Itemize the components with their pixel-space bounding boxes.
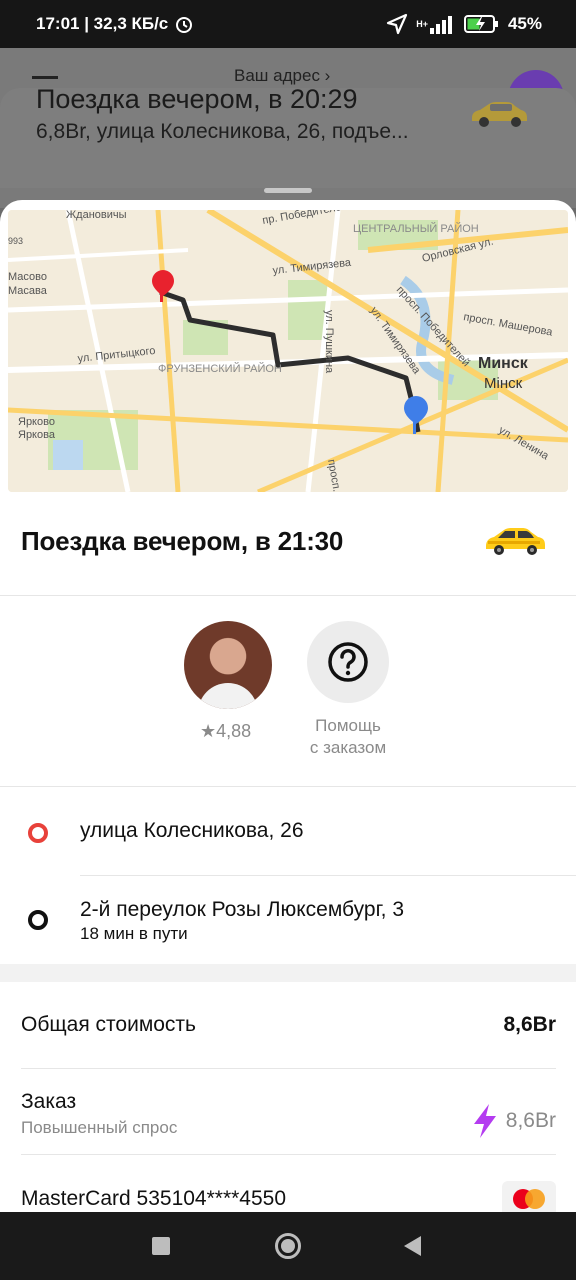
- recent-apps-button[interactable]: [152, 1237, 170, 1255]
- signal-icon: [429, 16, 452, 34]
- background-trip-card: Поездка вечером, в 20:29 6,8Br, улица Ко…: [0, 84, 576, 188]
- route-map[interactable]: Ждановичы пр. Победителей ЦЕНТРАЛЬНЫЙ РА…: [8, 210, 568, 492]
- order-price: 8,6Br: [472, 1104, 556, 1138]
- map-label: Ждановичы: [66, 210, 127, 221]
- divider: [21, 1068, 556, 1069]
- map-canvas: Ждановичы пр. Победителей ЦЕНТРАЛЬНЫЙ РА…: [8, 210, 568, 492]
- menu-icon: [32, 76, 58, 79]
- driver-avatar[interactable]: [184, 621, 272, 709]
- status-time-speed: 17:01 | 32,3 КБ/с: [36, 14, 169, 33]
- battery-percent: 45%: [507, 14, 542, 33]
- section-gap: [0, 964, 576, 982]
- home-button[interactable]: [275, 1233, 301, 1259]
- mastercard-icon: [502, 1181, 556, 1212]
- trip-title: Поездка вечером, в 21:30: [21, 526, 344, 556]
- map-label: Яркова: [18, 429, 56, 441]
- route-points: улица Колесникова, 26 2-й переулок Розы …: [0, 788, 576, 964]
- network-type: H+: [416, 19, 428, 29]
- alarm-icon: [176, 17, 193, 33]
- back-button[interactable]: [404, 1236, 421, 1256]
- destination-address[interactable]: 2-й переулок Розы Люксембург, 3: [80, 898, 404, 922]
- question-icon: [328, 642, 368, 682]
- help-label-line1: Помощь: [315, 716, 381, 735]
- help-label[interactable]: Помощь с заказом: [292, 715, 404, 759]
- total-cost-label: Общая стоимость: [21, 1013, 196, 1036]
- trip-duration: 18 мин в пути: [80, 924, 188, 943]
- total-cost-value: 8,6Br: [503, 1013, 556, 1036]
- system-navigation-bar: [0, 1212, 576, 1280]
- surge-lightning-icon: [473, 1104, 496, 1138]
- order-value: 8,6Br: [505, 1109, 556, 1132]
- taxi-car-icon: [472, 102, 527, 127]
- avatar-shirt: [198, 683, 258, 709]
- map-label: 993: [8, 236, 23, 246]
- status-bar: 17:01 | 32,3 КБ/с H+ 45%: [0, 0, 576, 48]
- order-row[interactable]: Заказ Повышенный спрос 8,6Br: [21, 1090, 556, 1138]
- pickup-point-icon: [28, 823, 48, 843]
- driver-section: ★4,88 Помощь с заказом: [0, 597, 576, 787]
- address-link: Ваш адрес ›: [234, 66, 331, 85]
- background-card-title: Поездка вечером, в 20:29: [36, 84, 358, 114]
- payment-card-label: MasterCard 535104****4550: [21, 1187, 287, 1210]
- divider: [80, 875, 576, 876]
- location-arrow-icon: [387, 13, 408, 35]
- total-cost-row: Общая стоимость 8,6Br: [21, 1013, 556, 1037]
- sheet-drag-handle[interactable]: [264, 188, 312, 193]
- trip-details-sheet: Ждановичы пр. Победителей ЦЕНТРАЛЬНЫЙ РА…: [0, 200, 576, 1212]
- taxi-car-icon: [486, 528, 545, 555]
- help-button[interactable]: [307, 621, 389, 703]
- map-label: ЦЕНТРАЛЬНЫЙ РАЙОН: [353, 222, 479, 235]
- map-label: ФРУНЗЕНСКИЙ РАЙОН: [158, 362, 282, 375]
- map-label: Масово: [8, 271, 47, 283]
- map-label: Масава: [8, 285, 48, 297]
- map-label: ул. Пушкина: [323, 310, 335, 374]
- pickup-address[interactable]: улица Колесникова, 26: [80, 819, 304, 843]
- help-label-line2: с заказом: [309, 738, 387, 757]
- divider: [21, 1154, 556, 1155]
- background-card-subtitle: 6,8Br, улица Колесникова, 26, подъе...: [36, 120, 409, 143]
- driver-rating: ★4,88: [200, 721, 252, 741]
- payment-row[interactable]: MasterCard 535104****4550: [21, 1181, 556, 1212]
- map-label: Минск: [478, 355, 529, 372]
- map-label: Ярково: [18, 416, 55, 428]
- map-label: Мінск: [484, 375, 523, 392]
- trip-title-row: Поездка вечером, в 21:30: [0, 492, 576, 596]
- battery-charging-icon: [463, 15, 498, 33]
- destination-point-icon: [28, 910, 48, 930]
